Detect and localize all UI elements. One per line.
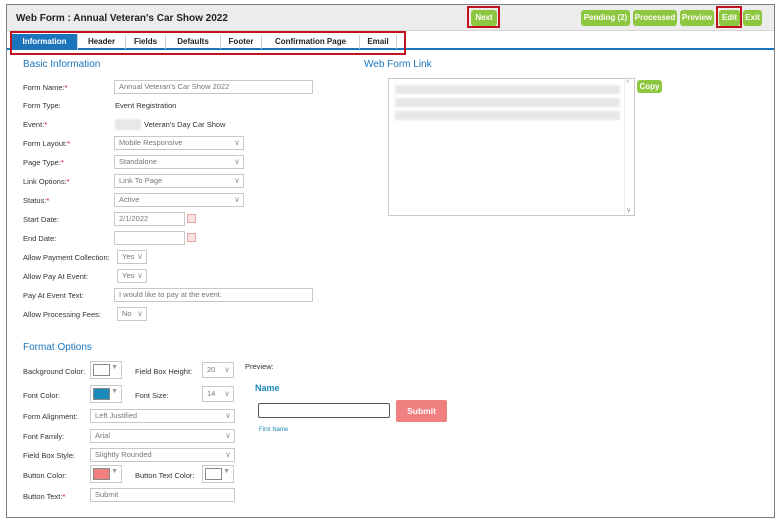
field-box-style-label: Field Box Style: bbox=[23, 451, 76, 460]
event-id-redacted bbox=[115, 119, 141, 130]
button-color-label: Button Color: bbox=[23, 471, 67, 480]
pay-event-text-label: Pay At Event Text: bbox=[23, 291, 84, 300]
link-redacted-line bbox=[395, 85, 620, 94]
event-value: Veteran's Day Car Show bbox=[144, 120, 226, 129]
form-layout-select[interactable]: Mobile Responsive bbox=[114, 136, 244, 150]
field-box-height-select[interactable]: 20 bbox=[202, 362, 234, 378]
copy-button[interactable]: Copy bbox=[637, 80, 662, 93]
form-layout-label: Form Layout:* bbox=[23, 139, 70, 148]
preview-submit-button[interactable]: Submit bbox=[396, 400, 447, 422]
status-label: Status:* bbox=[23, 196, 49, 205]
button-text-input[interactable]: Submit bbox=[90, 488, 235, 502]
scroll-down-icon[interactable]: ∨ bbox=[626, 206, 631, 214]
link-redacted-line bbox=[395, 111, 620, 120]
end-date-calendar-icon[interactable] bbox=[187, 233, 196, 242]
dropdown-arrow-icon: ▼ bbox=[111, 388, 118, 395]
preview-first-name-caption: First Name bbox=[259, 427, 289, 433]
status-label-text: Status: bbox=[23, 196, 47, 205]
button-text-color-swatch bbox=[205, 468, 222, 480]
font-color-label: Font Color: bbox=[23, 391, 61, 400]
edit-highlight bbox=[716, 6, 742, 28]
font-family-label: Font Family: bbox=[23, 432, 65, 441]
button-color-picker[interactable]: ▼ bbox=[90, 465, 122, 483]
start-date-input[interactable]: 2/1/2022 bbox=[114, 212, 185, 226]
end-date-input[interactable] bbox=[114, 231, 185, 245]
button-text-color-picker[interactable]: ▼ bbox=[202, 465, 234, 483]
button-color-swatch bbox=[93, 468, 110, 480]
start-date-label: Start Date: bbox=[23, 215, 59, 224]
next-highlight bbox=[467, 6, 500, 28]
allow-fees-select[interactable]: No bbox=[117, 307, 147, 321]
processed-button[interactable]: Processed bbox=[633, 10, 677, 26]
page-type-label: Page Type:* bbox=[23, 158, 64, 167]
basic-info-heading: Basic Information bbox=[23, 59, 101, 70]
web-form-link-textarea[interactable]: ^ ∨ bbox=[388, 78, 635, 216]
dropdown-arrow-icon: ▼ bbox=[111, 468, 118, 475]
form-name-input[interactable]: Annual Veteran's Car Show 2022 bbox=[114, 80, 313, 94]
end-date-label: End Date: bbox=[23, 234, 57, 243]
font-family-select[interactable]: Arial bbox=[90, 429, 235, 443]
exit-button[interactable]: Exit bbox=[743, 10, 762, 26]
web-form-window: Web Form : Annual Veteran's Car Show 202… bbox=[6, 4, 775, 518]
tabs-highlight bbox=[10, 31, 406, 55]
form-alignment-label: Form Alignment: bbox=[23, 412, 78, 421]
form-type-label: Form Type: bbox=[23, 101, 61, 110]
required-mark: * bbox=[66, 177, 70, 186]
required-mark: * bbox=[60, 158, 64, 167]
link-redacted-line bbox=[395, 98, 620, 107]
font-color-swatch bbox=[93, 388, 110, 400]
form-name-label-text: Form Name: bbox=[23, 83, 65, 92]
preview-label: Preview: bbox=[245, 362, 274, 371]
allow-payment-select[interactable]: Yes bbox=[117, 250, 147, 264]
field-box-height-label: Field Box Height: bbox=[135, 367, 193, 376]
required-mark: * bbox=[46, 196, 50, 205]
allow-fees-label: Allow Processing Fees: bbox=[23, 310, 101, 319]
form-name-label: Form Name:* bbox=[23, 83, 68, 92]
pay-event-text-input[interactable]: I would like to pay at the event. bbox=[114, 288, 313, 302]
allow-pay-event-select[interactable]: Yes bbox=[117, 269, 147, 283]
allow-payment-label: Allow Payment Collection: bbox=[23, 253, 110, 262]
link-options-select[interactable]: Link To Page bbox=[114, 174, 244, 188]
bg-color-swatch bbox=[93, 364, 110, 376]
format-options-heading: Format Options bbox=[23, 342, 92, 353]
font-size-label: Font Size: bbox=[135, 391, 169, 400]
preview-button[interactable]: Preview bbox=[680, 10, 714, 26]
allow-pay-event-label: Allow Pay At Event: bbox=[23, 272, 89, 281]
button-text-label-text: Button Text: bbox=[23, 492, 63, 501]
field-box-style-select[interactable]: Slightly Rounded bbox=[90, 448, 235, 462]
required-mark: * bbox=[44, 120, 48, 129]
event-label-text: Event: bbox=[23, 120, 45, 129]
form-type-value: Event Registration bbox=[115, 101, 177, 110]
start-date-calendar-icon[interactable] bbox=[187, 214, 196, 223]
dropdown-arrow-icon: ▼ bbox=[111, 364, 118, 371]
status-select[interactable]: Active bbox=[114, 193, 244, 207]
header-bar: Web Form : Annual Veteran's Car Show 202… bbox=[7, 5, 774, 31]
form-layout-label-text: Form Layout: bbox=[23, 139, 68, 148]
preview-name-heading: Name bbox=[255, 383, 280, 393]
scroll-up-icon[interactable]: ^ bbox=[626, 80, 629, 87]
web-form-link-heading: Web Form Link bbox=[364, 59, 432, 70]
textarea-scrollbar[interactable]: ^ ∨ bbox=[624, 79, 634, 215]
link-options-label-text: Link Options: bbox=[23, 177, 67, 186]
dropdown-arrow-icon: ▼ bbox=[223, 468, 230, 475]
bg-color-picker[interactable]: ▼ bbox=[90, 361, 122, 379]
font-size-select[interactable]: 14 bbox=[202, 386, 234, 402]
pending-button[interactable]: Pending (2) bbox=[581, 10, 630, 26]
page-title: Web Form : Annual Veteran's Car Show 202… bbox=[16, 13, 228, 24]
button-text-label: Button Text:* bbox=[23, 492, 65, 501]
form-alignment-select[interactable]: Left Justified bbox=[90, 409, 235, 423]
page-type-select[interactable]: Standalone bbox=[114, 155, 244, 169]
bg-color-label: Background Color: bbox=[23, 367, 86, 376]
button-text-color-label: Button Text Color: bbox=[135, 471, 195, 480]
page-type-label-text: Page Type: bbox=[23, 158, 61, 167]
preview-first-name-input[interactable] bbox=[258, 403, 390, 418]
required-mark: * bbox=[62, 492, 66, 501]
required-mark: * bbox=[67, 139, 71, 148]
link-options-label: Link Options:* bbox=[23, 177, 70, 186]
event-label: Event:* bbox=[23, 120, 47, 129]
required-mark: * bbox=[64, 83, 68, 92]
font-color-picker[interactable]: ▼ bbox=[90, 385, 122, 403]
